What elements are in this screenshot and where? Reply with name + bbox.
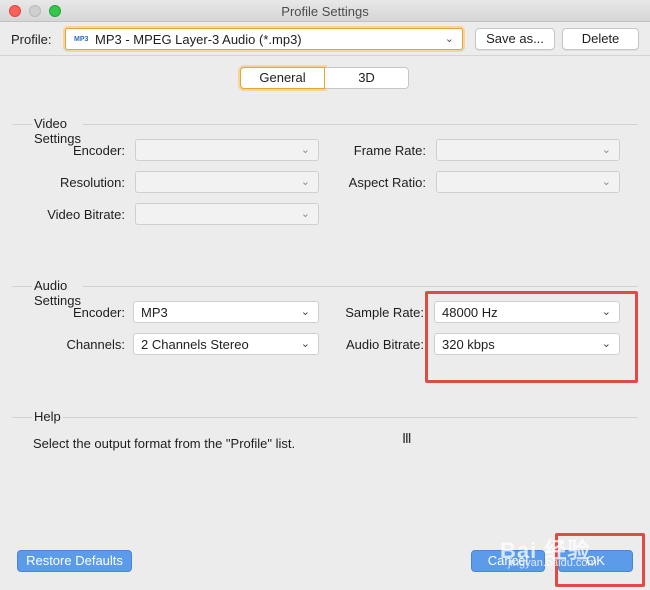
profile-select[interactable]: MP3 MP3 - MPEG Layer-3 Audio (*.mp3) ⌄ (65, 28, 463, 50)
frame-rate-label: Frame Rate: (353, 143, 426, 158)
video-bitrate-label: Video Bitrate: (47, 207, 125, 222)
mp3-file-icon: MP3 (74, 36, 89, 43)
audio-encoder-select[interactable]: MP3 ⌄ (133, 301, 319, 323)
aspect-ratio-label: Aspect Ratio: (348, 175, 426, 190)
title-bar: Profile Settings (0, 0, 650, 22)
video-encoder-label: Encoder: (72, 143, 125, 158)
channels-label: Channels: (66, 337, 125, 352)
chevron-down-icon: ⌄ (601, 144, 611, 156)
divider (12, 286, 638, 287)
chevron-down-icon: ⌄ (300, 144, 310, 156)
help-title: Help (32, 409, 63, 424)
profile-select-value: MP3 - MPEG Layer-3 Audio (*.mp3) (95, 32, 302, 47)
chevron-down-icon: ⌄ (300, 208, 310, 220)
profile-toolbar: Profile: MP3 MP3 - MPEG Layer-3 Audio (*… (0, 23, 650, 56)
delete-button[interactable]: Delete (562, 28, 639, 50)
watermark-url: jingyan.baidu.com (508, 557, 597, 569)
aspect-ratio-select[interactable]: ⌄ (436, 171, 620, 193)
audio-bitrate-label: Audio Bitrate: (345, 337, 424, 352)
ibeam-cursor-icon: Ⅲ (402, 430, 412, 446)
resolution-select[interactable]: ⌄ (135, 171, 319, 193)
audio-encoder-label: Encoder: (72, 305, 125, 320)
divider (12, 124, 638, 125)
divider (12, 417, 638, 418)
frame-rate-select[interactable]: ⌄ (436, 139, 620, 161)
chevron-down-icon: ⌄ (300, 176, 310, 188)
channels-select[interactable]: 2 Channels Stereo ⌄ (133, 333, 319, 355)
chevron-down-icon: ⌄ (300, 306, 310, 318)
sample-rate-label: Sample Rate: (345, 305, 424, 320)
window-title: Profile Settings (281, 4, 369, 19)
resolution-label: Resolution: (59, 175, 125, 190)
chevron-down-icon: ⌄ (444, 33, 454, 45)
tab-3d[interactable]: 3D (325, 67, 409, 89)
restore-defaults-button[interactable]: Restore Defaults (17, 550, 132, 572)
save-as-button[interactable]: Save as... (475, 28, 555, 50)
video-settings-title: Video Settings (32, 116, 83, 146)
video-encoder-select[interactable]: ⌄ (135, 139, 319, 161)
audio-settings-title: Audio Settings (32, 278, 83, 308)
annotation-highlight-audio (425, 291, 638, 383)
video-bitrate-select[interactable]: ⌄ (135, 203, 319, 225)
chevron-down-icon: ⌄ (300, 338, 310, 350)
tab-general[interactable]: General (240, 67, 325, 89)
help-text: Select the output format from the "Profi… (33, 436, 296, 451)
chevron-down-icon: ⌄ (601, 176, 611, 188)
profile-label: Profile: (11, 32, 52, 47)
